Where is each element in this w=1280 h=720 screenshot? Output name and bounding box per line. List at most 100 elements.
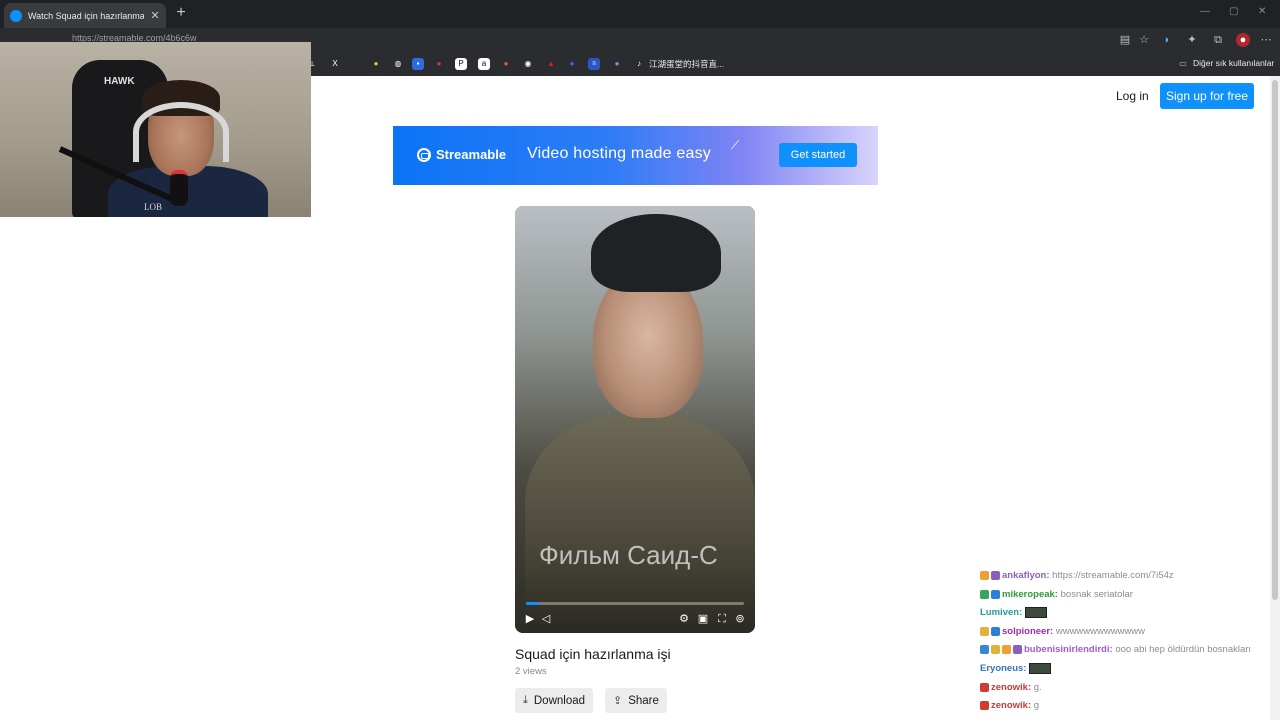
video-subtitle-text: Фильм Саид-С <box>539 540 718 570</box>
chat-badge-icon <box>1013 645 1022 655</box>
video-progress-bar[interactable] <box>526 602 744 605</box>
maximize-button[interactable]: ▢ <box>1229 6 1238 17</box>
chat-text: g. <box>1033 681 1042 693</box>
tab-close-icon[interactable]: ✕ <box>150 9 160 22</box>
chat-message: mikeropeak: bosnak seriatolar <box>980 589 1133 605</box>
scrollbar-thumb[interactable] <box>1272 80 1278 600</box>
extensions-icon[interactable]: ✦ <box>1185 33 1199 47</box>
bookmark-icon[interactable]: ● <box>370 58 382 70</box>
bookmark-icon[interactable]: ● <box>611 58 623 70</box>
banner-slogan: Video hosting made easy <box>527 145 711 162</box>
microphone-icon <box>170 170 188 206</box>
browser-tab-active[interactable]: Watch Squad için hazırlanma işi | S ✕ <box>4 3 166 28</box>
share-icon: ⇪ <box>613 695 623 707</box>
new-tab-button[interactable]: + <box>172 4 190 22</box>
get-started-button[interactable]: Get started <box>779 143 857 167</box>
chat-message: Lumiven: <box>980 607 1047 623</box>
streamable-logo-icon[interactable]: ⊚ <box>733 612 747 626</box>
bookmark-tiktok-icon[interactable]: ♪ <box>633 58 645 70</box>
download-label: Download <box>533 694 586 707</box>
login-link[interactable]: Log in <box>1116 89 1149 103</box>
chat-emote-icon <box>1029 663 1052 674</box>
chat-badge-icon <box>980 682 989 692</box>
video-frame-cap <box>591 214 721 292</box>
bookmark-icon[interactable]: ● <box>566 58 578 70</box>
chat-text: ooo abi hep öldürdün bosnakları <box>1115 644 1252 656</box>
chat-badge-icon <box>980 589 989 599</box>
chat-message: zenowik: g <box>980 700 1039 716</box>
chat-username: Lumiven: <box>980 607 1025 619</box>
chat-username: zenowik: <box>991 700 1034 712</box>
chat-text: wwwwwwwwwwwww <box>1055 625 1146 637</box>
chat-message: Eryoneus: <box>980 663 1052 679</box>
bookmark-icon[interactable]: P <box>455 58 467 70</box>
bookmark-reddit-icon[interactable]: ● <box>433 58 445 70</box>
promo-banner[interactable]: Streamable Video hosting made easy ⟋ Get… <box>393 126 878 185</box>
chat-badge-icon <box>991 626 1000 636</box>
video-title: Squad için hazırlanma işi <box>515 646 671 662</box>
chair-logo: HAWK <box>104 76 135 87</box>
chat-message: bubenisinirlendirdi: ooo abi hep öldürdü… <box>980 644 1251 660</box>
reader-mode-icon[interactable]: ▤ <box>1118 33 1132 47</box>
headset <box>133 102 229 162</box>
video-player[interactable]: Фильм Саид-С ▶ ◁ ⚙ ▣ ⛶ ⊚ <box>515 206 755 633</box>
bookmark-icon[interactable]: ◉ <box>522 58 534 70</box>
chat-emote-icon <box>1024 607 1047 619</box>
chat-badge-icon <box>991 589 1000 599</box>
video-views: 2 views <box>515 666 547 677</box>
chat-username: zenowik: <box>991 681 1034 693</box>
read-aloud-icon[interactable]: ◗ <box>1160 33 1174 47</box>
chat-badge-icon <box>980 570 989 580</box>
close-window-button[interactable]: ✕ <box>1258 6 1266 17</box>
sparkle-icon: ⟋ <box>731 138 740 152</box>
chat-badge-icon <box>991 570 1000 580</box>
favorite-star-icon[interactable]: ☆ <box>1137 33 1151 47</box>
chat-badge-icon <box>991 645 1000 655</box>
bookmark-label[interactable]: 江湖蛋堂的抖音直... <box>649 58 724 70</box>
bookmark-icon[interactable]: ◍ <box>392 58 404 70</box>
signup-button[interactable]: Sign up for free <box>1160 83 1254 109</box>
other-bookmarks-folder[interactable]: Diğer sık kullanılanlar <box>1193 58 1274 68</box>
page-scrollbar[interactable] <box>1270 76 1280 720</box>
profile-avatar[interactable]: ● <box>1236 33 1250 47</box>
bookmark-icon[interactable]: ▪ <box>412 58 424 70</box>
bookmark-icon[interactable]: ● <box>500 58 512 70</box>
bookmark-icon[interactable]: ≡ <box>588 58 600 70</box>
chat-message: ankaflyon: https://streamable.com/7i54z <box>980 570 1174 586</box>
bookmark-x-icon[interactable]: X <box>329 58 341 70</box>
chat-username: solpioneer: <box>1002 625 1056 637</box>
chat-badge-icon <box>980 701 989 711</box>
video-progress-fill <box>526 602 540 605</box>
video-frame-figure <box>525 416 755 633</box>
more-menu-icon[interactable]: ⋯ <box>1259 33 1273 47</box>
chat-text: bosnak seriatolar <box>1060 588 1133 600</box>
chat-badge-icon <box>980 626 989 636</box>
shirt-text: LOB <box>144 202 162 212</box>
banner-brand: Streamable <box>436 147 507 162</box>
chat-username: Eryoneus: <box>980 663 1030 675</box>
chat-message: solpioneer: wwwwwwwwwwwww <box>980 626 1145 642</box>
chat-text: g <box>1033 700 1040 712</box>
chat-username: bubenisinirlendirdi: <box>1024 644 1116 656</box>
play-icon[interactable]: ▶ <box>523 612 537 626</box>
chat-message: zenowik: g. <box>980 682 1042 698</box>
chat-badge-icon <box>980 645 989 655</box>
streamable-logo-icon <box>417 148 431 162</box>
share-label: Share <box>628 694 659 707</box>
webcam-overlay: HAWK LOB <box>0 42 311 217</box>
share-button[interactable]: ⇪ Share <box>605 688 667 713</box>
streamable-favicon-icon <box>10 9 22 22</box>
mute-icon[interactable]: ◁ <box>539 612 553 626</box>
bookmark-icon[interactable]: a <box>478 58 490 70</box>
minimize-button[interactable]: — <box>1200 6 1210 17</box>
bookmark-icon[interactable]: ▲ <box>545 58 557 70</box>
chat-username: ankaflyon: <box>1002 570 1053 581</box>
chat-badge-icon <box>1002 645 1011 655</box>
collections-icon[interactable]: ⧉ <box>1211 33 1225 47</box>
settings-gear-icon[interactable]: ⚙ <box>677 612 691 626</box>
tab-title: Watch Squad için hazırlanma işi | S <box>28 10 144 21</box>
download-button[interactable]: ⤓ Download <box>515 688 594 713</box>
fullscreen-icon[interactable]: ⛶ <box>715 612 729 626</box>
chat-username: mikeropeak: <box>1002 588 1061 600</box>
picture-in-picture-icon[interactable]: ▣ <box>696 612 710 626</box>
